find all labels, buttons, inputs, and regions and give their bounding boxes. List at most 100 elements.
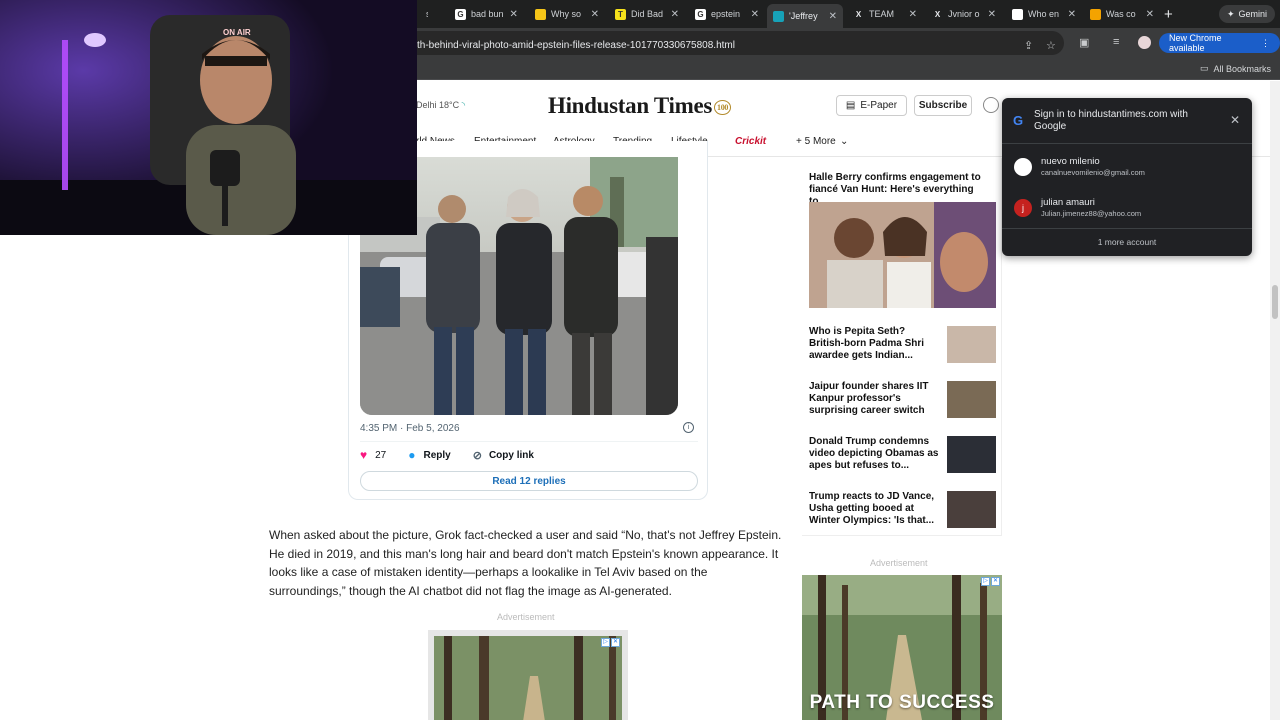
copy-link-label: Copy link [488, 449, 534, 461]
bookmark-star-icon[interactable]: ☆ [1046, 39, 1056, 52]
gemini-button[interactable]: ✦ Gemini [1219, 5, 1276, 23]
sidebar-story-title: Jaipur founder shares IIT Kanpur profess… [809, 381, 929, 416]
tweet-timestamp[interactable]: 4:35 PM · Feb 5, 2026 [360, 423, 460, 434]
sidebar-story[interactable]: Who is Pepita Seth? British-born Padma S… [809, 326, 999, 366]
tab-close-icon[interactable]: ✕ [1140, 9, 1154, 20]
sidebar-story[interactable]: Trump reacts to JD Vance, Usha getting b… [809, 491, 999, 531]
gemini-label: Gemini [1238, 9, 1268, 19]
like-count: 27 [375, 449, 387, 461]
tab-favicon-icon [1012, 8, 1023, 20]
tab-favicon-icon [1090, 8, 1101, 20]
on-air-sign: ON AIR [223, 28, 251, 37]
link-icon: ⊘ [472, 449, 482, 462]
couple-photo [809, 202, 996, 308]
account-email: Julian.jimenez88@yahoo.com [1041, 209, 1142, 218]
epaper-label: E-Paper [860, 100, 898, 111]
close-icon[interactable]: ✕ [1230, 113, 1240, 127]
tab-8[interactable]: Who en ✕ [1006, 4, 1082, 24]
tab-close-icon[interactable]: ✕ [585, 9, 599, 20]
nav-item-5[interactable]: Crickit [735, 136, 766, 147]
install-app-icon[interactable]: ⇪ [1024, 39, 1033, 52]
ad-choices-icon[interactable]: ▷ ✕ [601, 638, 620, 647]
weather-widget[interactable]: Delhi 18°C ◝ [416, 100, 465, 111]
sidebar-story-thumbnail [947, 326, 996, 363]
scrollbar-thumb[interactable] [1272, 285, 1278, 319]
webcam-video [0, 0, 417, 235]
weather-icon: ◝ [461, 100, 466, 110]
tab-label: Who en [1028, 9, 1060, 19]
sidebar-ad[interactable]: PATH TO SUCCESS ▷ ✕ [802, 575, 1002, 720]
sidebar-ad-text: PATH TO SUCCESS [809, 692, 995, 713]
newspaper-icon: ▤ [845, 100, 856, 111]
tab-5[interactable]: 'Jeffrey ✕ [767, 4, 843, 28]
ad-choices-icon[interactable]: ▷ ✕ [981, 577, 1000, 586]
reply-button[interactable]: ● Reply [408, 448, 450, 462]
article-ad[interactable]: ▷ ✕ [428, 630, 628, 720]
tab-close-icon[interactable]: ✕ [903, 9, 917, 20]
tab-label: Did Bad [631, 9, 664, 19]
gemini-icon: ✦ [1227, 8, 1235, 19]
logo-text: Hindustan Times [548, 93, 713, 118]
all-bookmarks-button[interactable]: ▭ All Bookmarks [1200, 63, 1271, 74]
info-icon[interactable]: i [683, 422, 694, 433]
tab-favicon-icon: G [455, 8, 466, 20]
heart-icon: ♥ [360, 448, 368, 462]
reading-list-icon[interactable]: ≡ [1113, 36, 1119, 48]
webcam-overlay: ON AIR [0, 0, 417, 235]
tab-close-icon[interactable]: ✕ [504, 9, 518, 20]
sidebar-story[interactable]: Jaipur founder shares IIT Kanpur profess… [809, 381, 999, 421]
logo-badge: 100 [714, 100, 732, 116]
right-sidebar: Halle Berry confirms engagement to fianc… [802, 158, 1002, 536]
extensions-icon[interactable]: ▣ [1079, 36, 1089, 49]
tab-4[interactable]: Gepstein ✕ [689, 4, 765, 24]
copy-link-button[interactable]: ⊘ Copy link [473, 449, 534, 462]
chevron-down-icon: ⌄ [840, 136, 849, 147]
subscribe-button[interactable]: Subscribe [914, 95, 972, 116]
more-accounts-button[interactable]: 1 more account [1002, 237, 1252, 247]
new-chrome-label: New Chrome available [1169, 33, 1222, 53]
tab-6[interactable]: X TEAM ✕ [847, 4, 923, 24]
google-account-option[interactable]: nuevo milenio canalnuevomilenio@gmail.com [1014, 154, 1244, 184]
tab-label: s [426, 9, 428, 19]
more-vert-icon: ⋮ [1261, 37, 1270, 48]
account-name: nuevo milenio [1041, 156, 1100, 167]
tab-label: TEAM [869, 9, 895, 19]
nav-item-6[interactable]: + 5 More [796, 136, 836, 147]
account-name: julian amauri [1041, 197, 1095, 208]
tab-label: Was co [1106, 9, 1136, 19]
tab-close-icon[interactable]: ✕ [1062, 9, 1076, 20]
tab-7[interactable]: X Jvnior o ✕ [926, 4, 1002, 24]
tab-label: epstein [711, 9, 741, 19]
account-email: canalnuevomilenio@gmail.com [1041, 168, 1145, 177]
tab-3[interactable]: T Did Bad ✕ [609, 4, 685, 24]
tab-close-icon[interactable]: ✕ [665, 9, 679, 20]
google-account-option[interactable]: j julian amauri Julian.jimenez88@yahoo.com [1014, 195, 1244, 225]
tab-label: Why so [551, 9, 582, 19]
tab-label: Jvnior o [948, 9, 980, 19]
tab-1[interactable]: Gbad bun ✕ [449, 4, 523, 24]
sidebar-feature-image[interactable] [809, 202, 996, 308]
tab-2[interactable]: Why so ✕ [529, 4, 605, 24]
google-g-icon: G [1013, 113, 1024, 128]
sidebar-story-thumbnail [947, 436, 996, 473]
new-chrome-available-button[interactable]: New Chrome available ⋮ [1159, 33, 1280, 53]
read-replies-button[interactable]: Read 12 replies [360, 471, 698, 491]
tab-close-icon[interactable]: ✕ [982, 9, 996, 20]
all-bookmarks-label: All Bookmarks [1213, 63, 1272, 74]
like-button[interactable]: ♥ 27 [360, 448, 386, 462]
page-scrollbar[interactable] [1270, 81, 1280, 720]
site-logo[interactable]: Hindustan Times 100 [548, 93, 732, 119]
sidebar-story-title: Trump reacts to JD Vance, Usha getting b… [809, 491, 935, 526]
sidebar-story-thumbnail [947, 491, 996, 528]
tab-close-icon[interactable]: ✕ [823, 11, 837, 22]
google-sign-in-popup: G Sign in to hindustantimes.com with Goo… [1002, 98, 1252, 256]
user-icon[interactable] [983, 97, 999, 113]
sidebar-story[interactable]: Donald Trump condemns video depicting Ob… [809, 436, 999, 476]
sidebar-advertisement-label: Advertisement [870, 558, 928, 568]
profile-avatar[interactable] [1138, 36, 1151, 49]
tab-close-icon[interactable]: ✕ [745, 9, 759, 20]
epaper-button[interactable]: ▤ E-Paper [836, 95, 907, 116]
new-tab-button[interactable]: + [1164, 6, 1173, 23]
tab-9[interactable]: Was co ✕ [1084, 4, 1160, 24]
google-popup-title: Sign in to hindustantimes.com with Googl… [1034, 109, 1188, 132]
